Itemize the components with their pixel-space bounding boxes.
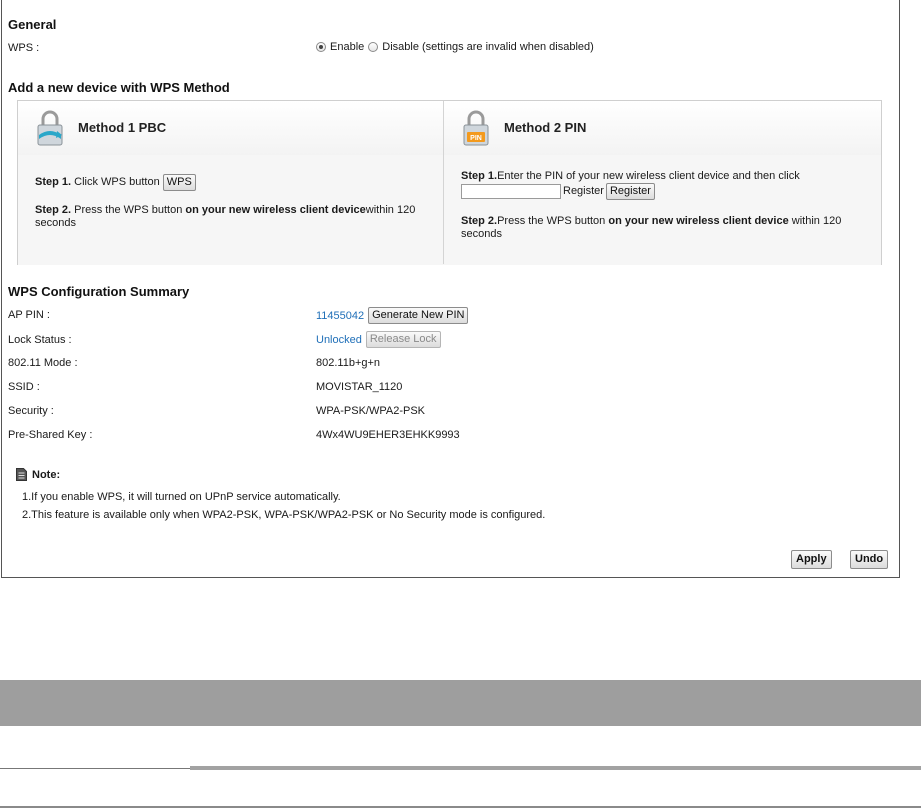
wps-enable-label: Enable <box>330 41 365 53</box>
method2-title: Method 2 PIN <box>504 120 587 135</box>
security-label: Security : <box>8 405 54 417</box>
psk-value: 4Wx4WU9EHER3EHKK9993 <box>316 429 460 441</box>
note-title: Note: <box>32 469 61 481</box>
pin-input[interactable] <box>461 184 561 199</box>
apply-button[interactable]: Apply <box>791 550 832 569</box>
method2-pin-row: Register Register <box>461 183 655 200</box>
wps-disable-label: Disable (settings are invalid when disab… <box>382 41 594 53</box>
ap-pin-value: 11455042 <box>316 309 365 322</box>
note-line-2: 2.This feature is available only when WP… <box>22 509 546 521</box>
wps-methods-box: Method 1 PBC Step 1. Click WPS button WP… <box>17 100 882 265</box>
ap-pin-value-row: 11455042 Generate New PIN <box>316 307 469 324</box>
footer-rule-bottom <box>0 806 921 808</box>
release-lock-button[interactable]: Release Lock <box>365 331 441 348</box>
general-title: General <box>8 17 57 32</box>
add-device-title: Add a new device with WPS Method <box>8 80 230 95</box>
pin-lock-icon: PIN <box>463 110 489 146</box>
footer-bar <box>0 680 921 726</box>
wps-label: WPS : <box>8 42 40 54</box>
method1-step1: Step 1. Click WPS button WPS <box>35 174 196 191</box>
method1-title: Method 1 PBC <box>78 120 167 135</box>
footer-rule-thin <box>0 768 190 769</box>
wps-enable-radio[interactable] <box>316 42 326 52</box>
method2-step2: Step 2.Press the WPS button on your new … <box>461 215 842 240</box>
note-icon <box>16 468 27 481</box>
generate-new-pin-button[interactable]: Generate New PIN <box>368 307 469 324</box>
undo-button[interactable]: Undo <box>850 550 889 569</box>
wps-push-button[interactable]: WPS <box>162 174 196 191</box>
wps-radio-group: Enable Disable (settings are invalid whe… <box>316 41 594 53</box>
ap-pin-label: AP PIN : <box>8 309 50 321</box>
psk-label: Pre-Shared Key : <box>8 429 93 441</box>
lock-status-label: Lock Status : <box>8 334 72 346</box>
methods-divider <box>443 101 444 264</box>
method1-step2: Step 2. Press the WPS button on your new… <box>35 204 416 229</box>
pbc-lock-icon <box>37 110 63 146</box>
ssid-label: SSID : <box>8 381 40 393</box>
wps-disable-radio[interactable] <box>368 42 379 52</box>
register-text: Register <box>563 185 604 197</box>
ssid-value: MOVISTAR_1120 <box>316 381 403 393</box>
footer-rule-thick <box>190 766 921 770</box>
mode-value: 802.11b+g+n <box>316 357 381 369</box>
lock-status-row: Unlocked Release Lock <box>316 331 441 348</box>
summary-title: WPS Configuration Summary <box>8 284 190 299</box>
method2-step1: Step 1.Enter the PIN of your new wireles… <box>461 170 800 182</box>
security-value: WPA-PSK/WPA2-PSK <box>316 405 426 417</box>
wps-panel: General WPS : Enable Disable (settings a… <box>1 0 900 578</box>
note-line-1: 1.If you enable WPS, it will turned on U… <box>22 491 341 503</box>
lock-status-value: Unlocked <box>316 333 362 346</box>
mode-label: 802.11 Mode : <box>8 357 78 369</box>
svg-text:PIN: PIN <box>470 135 482 142</box>
register-button[interactable]: Register <box>605 183 655 200</box>
